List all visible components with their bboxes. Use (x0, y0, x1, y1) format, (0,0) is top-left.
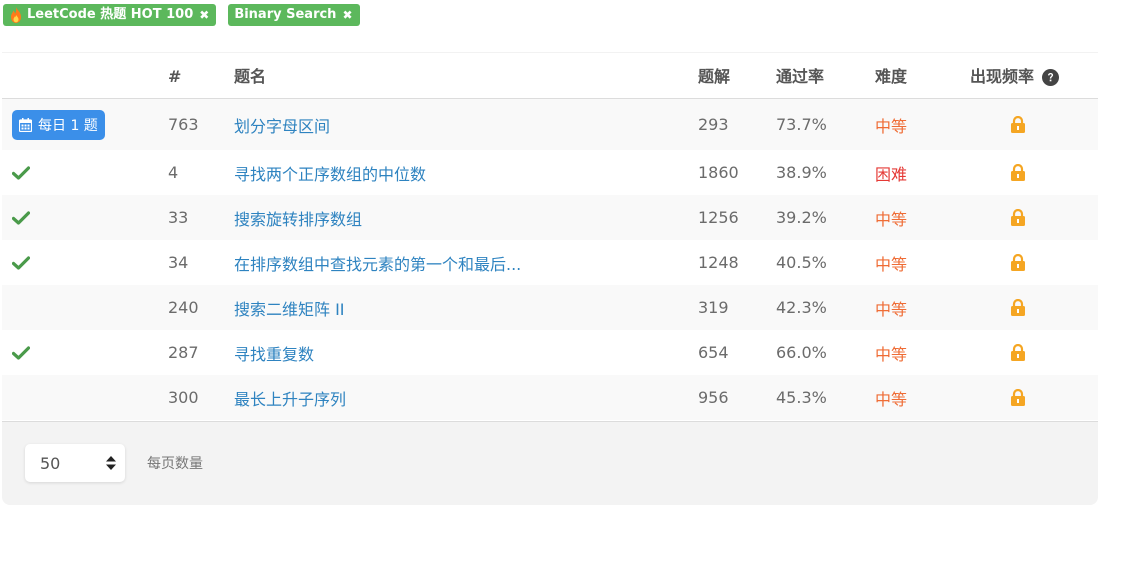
lock-icon (1011, 389, 1025, 406)
table-footer: 50 每页数量 (2, 421, 1098, 505)
problem-id: 4 (168, 163, 179, 182)
frequency-cell[interactable] (1010, 285, 1026, 330)
table-body: 每日 1 题 763 划分字母区间 293 73.7% 中等 4 寻找两个正序数… (2, 99, 1098, 420)
problem-title-link[interactable]: 寻找两个正序数组的中位数 (234, 150, 426, 195)
problem-id: 34 (168, 253, 189, 272)
difficulty-label: 中等 (875, 344, 908, 364)
table-row[interactable]: 300 最长上升子序列 956 45.3% 中等 (2, 375, 1098, 420)
header-acceptance[interactable]: 通过率 (776, 66, 824, 88)
problem-id: 33 (168, 208, 189, 227)
flame-icon (11, 7, 21, 23)
header-solutions[interactable]: 题解 (698, 66, 730, 88)
lock-icon (1011, 116, 1025, 133)
difficulty-label: 中等 (875, 209, 908, 229)
lock-icon (1011, 254, 1025, 271)
tag-binary-search-label: Binary Search (234, 7, 337, 22)
solutions-count[interactable]: 956 (698, 375, 729, 420)
header-difficulty[interactable]: 难度 (875, 66, 907, 88)
frequency-cell[interactable] (1010, 375, 1026, 420)
acceptance-rate: 66.0% (776, 343, 827, 362)
header-title[interactable]: 题名 (234, 66, 266, 88)
solutions-count[interactable]: 1248 (698, 240, 739, 285)
tag-binary-search[interactable]: Binary Search ✖ (228, 4, 360, 26)
solutions-count[interactable]: 654 (698, 330, 729, 375)
problem-list-page: LeetCode 热题 HOT 100 ✖ Binary Search ✖ # … (0, 0, 1136, 561)
tag-hot100-label: LeetCode 热题 HOT 100 (27, 7, 194, 22)
page-size-value: 50 (40, 453, 61, 473)
difficulty-label: 中等 (875, 389, 908, 409)
lock-icon (1011, 344, 1025, 361)
frequency-cell[interactable] (1010, 99, 1026, 150)
problem-title-link[interactable]: 搜索二维矩阵 II (234, 285, 345, 330)
table-row[interactable]: 每日 1 题 763 划分字母区间 293 73.7% 中等 (2, 99, 1098, 150)
difficulty-label: 中等 (875, 254, 908, 274)
header-frequency-label: 出现频率 (970, 67, 1035, 86)
status-cell: 每日 1 题 (12, 99, 105, 150)
table-row[interactable]: 4 寻找两个正序数组的中位数 1860 38.9% 困难 (2, 150, 1098, 195)
frequency-cell[interactable] (1010, 195, 1026, 240)
close-icon[interactable]: ✖ (199, 9, 209, 21)
acceptance-rate: 45.3% (776, 388, 827, 407)
page-size-label: 每页数量 (147, 456, 203, 472)
daily-problem-label: 每日 1 题 (38, 117, 98, 134)
status-cell (12, 240, 30, 285)
problem-table: # 题名 题解 通过率 难度 出现频率 每日 1 题 763 划分字母区间 29… (2, 52, 1098, 505)
acceptance-rate: 73.7% (776, 115, 827, 134)
solutions-count[interactable]: 293 (698, 99, 729, 150)
solutions-count[interactable]: 319 (698, 285, 729, 330)
acceptance-rate: 38.9% (776, 163, 827, 182)
solutions-count[interactable]: 1256 (698, 195, 739, 240)
table-row[interactable]: 287 寻找重复数 654 66.0% 中等 (2, 330, 1098, 375)
problem-title-link[interactable]: 划分字母区间 (234, 99, 330, 150)
acceptance-rate: 42.3% (776, 298, 827, 317)
lock-icon (1011, 209, 1025, 226)
lock-icon (1011, 164, 1025, 181)
problem-id: 763 (168, 115, 199, 134)
frequency-cell[interactable] (1010, 150, 1026, 195)
status-cell (12, 195, 30, 240)
table-row[interactable]: 33 搜索旋转排序数组 1256 39.2% 中等 (2, 195, 1098, 240)
sort-arrows-icon (106, 456, 116, 470)
check-icon (12, 165, 30, 180)
problem-id: 287 (168, 343, 199, 362)
solutions-count[interactable]: 1860 (698, 150, 739, 195)
difficulty-label: 中等 (875, 116, 908, 136)
tag-hot100[interactable]: LeetCode 热题 HOT 100 ✖ (3, 4, 217, 26)
calendar-icon (19, 117, 32, 132)
lock-icon (1011, 299, 1025, 316)
problem-id: 300 (168, 388, 199, 407)
frequency-cell[interactable] (1010, 240, 1026, 285)
table-header: # 题名 题解 通过率 难度 出现频率 (2, 53, 1098, 99)
problem-title-link[interactable]: 寻找重复数 (234, 330, 314, 375)
header-frequency[interactable]: 出现频率 (970, 66, 1060, 88)
check-icon (12, 255, 30, 270)
daily-problem-button[interactable]: 每日 1 题 (12, 109, 105, 140)
problem-title-link[interactable]: 最长上升子序列 (234, 375, 346, 420)
table-row[interactable]: 240 搜索二维矩阵 II 319 42.3% 中等 (2, 285, 1098, 330)
acceptance-rate: 39.2% (776, 208, 827, 227)
acceptance-rate: 40.5% (776, 253, 827, 272)
status-cell (12, 150, 30, 195)
header-id[interactable]: # (168, 66, 181, 88)
difficulty-label: 中等 (875, 299, 908, 319)
table-row[interactable]: 34 在排序数组中查找元素的第一个和最后... 1248 40.5% 中等 (2, 240, 1098, 285)
status-cell (12, 330, 30, 375)
close-icon[interactable]: ✖ (342, 9, 352, 21)
difficulty-label: 困难 (875, 164, 908, 184)
frequency-cell[interactable] (1010, 330, 1026, 375)
problem-id: 240 (168, 298, 199, 317)
check-icon (12, 210, 30, 225)
problem-title-link[interactable]: 搜索旋转排序数组 (234, 195, 362, 240)
page-size-select[interactable]: 50 (25, 444, 125, 482)
check-icon (12, 345, 30, 360)
active-filter-tags: LeetCode 热题 HOT 100 ✖ Binary Search ✖ (3, 4, 360, 26)
problem-title-link[interactable]: 在排序数组中查找元素的第一个和最后... (234, 240, 521, 285)
question-circle-icon[interactable] (1042, 68, 1060, 86)
